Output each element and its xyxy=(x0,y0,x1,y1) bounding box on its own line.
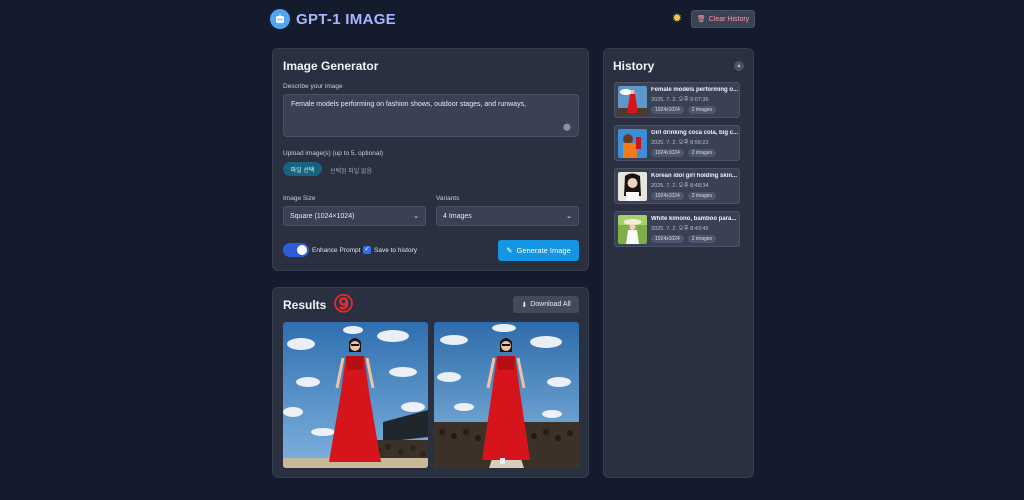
chevron-down-icon: ⌄ xyxy=(413,213,419,220)
history-thumbnail xyxy=(618,172,647,201)
results-count-badge: ⑨ xyxy=(332,289,355,318)
history-item-count: 2 images xyxy=(687,235,717,243)
logo-icon xyxy=(270,9,290,29)
chevron-down-icon: ⌄ xyxy=(566,213,572,220)
image-size-select[interactable]: Square (1024×1024) ⌄ xyxy=(283,206,426,226)
prompt-textarea[interactable]: Female models performing on fashion show… xyxy=(283,94,579,137)
history-item-name: Girl drinking coca cola, big c... xyxy=(651,130,739,136)
save-to-history-checkbox[interactable]: ✓ xyxy=(363,246,371,254)
variants-label: Variants xyxy=(436,195,460,202)
history-thumbnail xyxy=(618,86,647,115)
history-title: History xyxy=(613,59,655,73)
history-item-name: Female models performing o... xyxy=(651,87,739,93)
download-icon: ⬇ xyxy=(521,301,528,309)
results-title: Results xyxy=(283,298,327,312)
history-item-size: 1024x1024 xyxy=(651,149,684,157)
history-item[interactable]: Girl drinking coca cola, big c... 2025. … xyxy=(614,125,740,161)
result-image[interactable] xyxy=(434,322,579,468)
history-item-date: 2025. 7. 2. 오후 8:43:45 xyxy=(651,226,709,232)
history-thumbnail xyxy=(618,129,647,158)
variants-select[interactable]: 4 Images ⌄ xyxy=(436,206,579,226)
history-item-name: Korean idol girl holding skin... xyxy=(651,173,738,179)
scroll-up-icon[interactable]: ▴ xyxy=(734,61,744,71)
image-generator-card xyxy=(272,48,589,271)
generate-image-label: Generate Image xyxy=(516,246,571,255)
generate-image-button[interactable]: ✎ Generate Image xyxy=(498,240,579,261)
download-all-label: Download All xyxy=(530,301,571,308)
theme-toggle-sun-icon[interactable]: ✹ xyxy=(672,12,684,24)
app-title: GPT-1 IMAGE xyxy=(296,11,396,28)
history-item-count: 2 images xyxy=(687,192,717,200)
clear-history-button[interactable]: 🗑 Clear History xyxy=(691,10,755,28)
history-item[interactable]: Female models performing o... 2025. 7. 2… xyxy=(614,82,740,118)
history-item-count: 2 images xyxy=(687,106,717,114)
history-item-size: 1024x1024 xyxy=(651,235,684,243)
history-item-size: 1024x1024 xyxy=(651,106,684,114)
pencil-icon: ✎ xyxy=(506,246,513,255)
enhance-prompt-label: Enhance Prompt xyxy=(312,247,361,254)
image-size-label: Image Size xyxy=(283,195,316,202)
variants-value: 4 Images xyxy=(443,212,472,220)
choose-file-button[interactable]: 파일 선택 xyxy=(283,162,322,176)
image-size-value: Square (1024×1024) xyxy=(290,212,355,220)
enhance-prompt-toggle[interactable] xyxy=(283,243,309,257)
download-all-button[interactable]: ⬇ Download All xyxy=(513,296,579,313)
clear-history-label: Clear History xyxy=(708,15,750,23)
history-item-name: White kimono, bamboo para... xyxy=(651,216,737,222)
history-item-count: 2 images xyxy=(687,149,717,157)
history-item-date: 2025. 7. 2. 오후 8:56:22 xyxy=(651,140,709,146)
save-to-history-label: Save to history xyxy=(374,247,417,254)
history-item-date: 2025. 7. 2. 오후 9:07:36 xyxy=(651,97,709,103)
result-image[interactable] xyxy=(283,322,428,468)
history-item[interactable]: White kimono, bamboo para... 2025. 7. 2.… xyxy=(614,211,740,247)
upload-label: Upload image(s) (up to 5, optional) xyxy=(283,150,384,157)
history-item-size: 1024x1024 xyxy=(651,192,684,200)
history-thumbnail xyxy=(618,215,647,244)
history-item[interactable]: Korean idol girl holding skin... 2025. 7… xyxy=(614,168,740,204)
generator-title: Image Generator xyxy=(283,59,379,73)
file-status: 선택된 파일 없음 xyxy=(330,169,372,175)
trash-icon: 🗑 xyxy=(696,16,706,23)
toggle-knob xyxy=(297,245,307,255)
resize-handle-icon[interactable]: ⬤ xyxy=(563,123,571,131)
describe-label: Describe your image xyxy=(283,83,343,90)
history-item-date: 2025. 7. 2. 오후 8:48:34 xyxy=(651,183,709,189)
